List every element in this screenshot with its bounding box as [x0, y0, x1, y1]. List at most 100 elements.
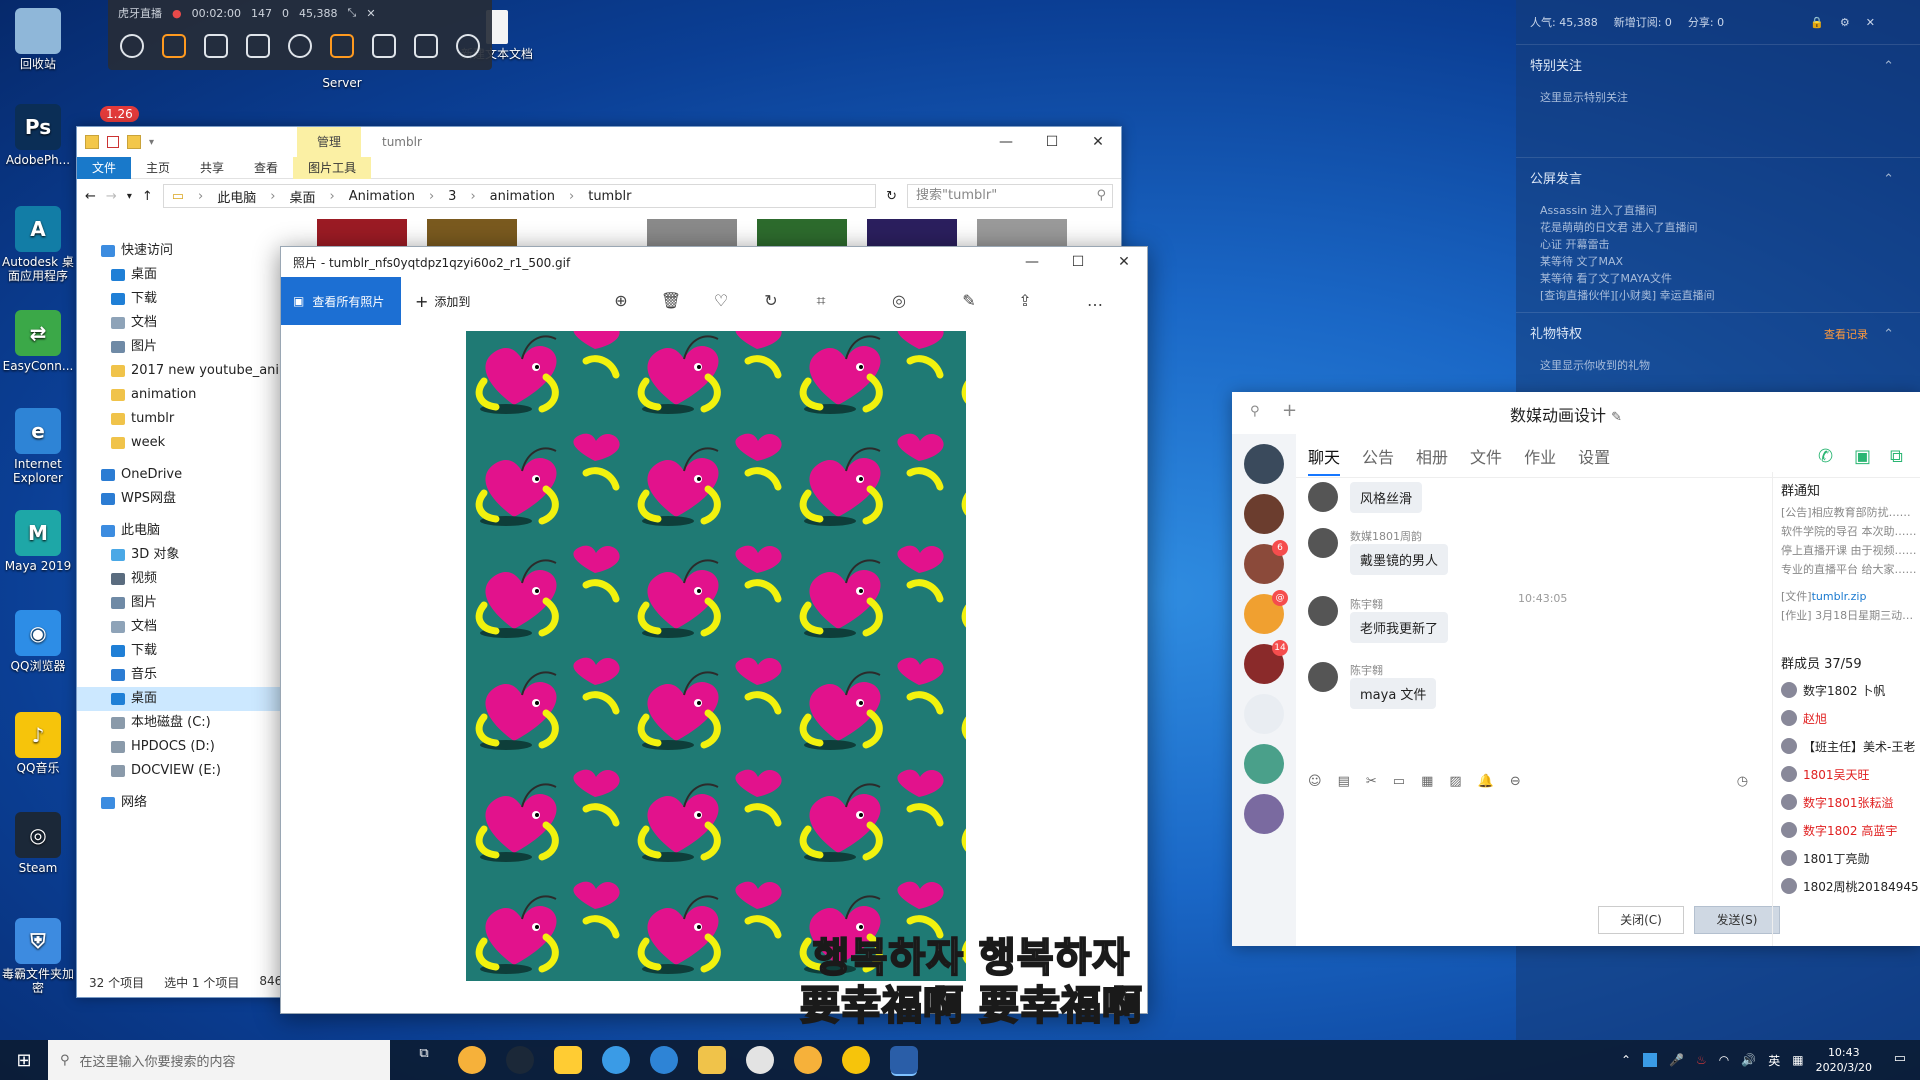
app-icon[interactable]: [458, 1046, 486, 1074]
qq-music-icon[interactable]: [842, 1046, 870, 1074]
breadcrumb-item[interactable]: Animation: [349, 189, 415, 204]
emoji-icon[interactable]: ☺: [1308, 774, 1322, 789]
chevron-up-icon[interactable]: ⌃: [1883, 158, 1894, 202]
keyboard-icon[interactable]: ▦: [1792, 1053, 1803, 1067]
checkbox-icon[interactable]: [107, 136, 119, 148]
avatar[interactable]: [1308, 662, 1338, 692]
close-icon[interactable]: ✕: [366, 7, 375, 20]
group-member[interactable]: 赵旭: [1781, 704, 1920, 732]
forward-icon[interactable]: →: [106, 189, 117, 204]
group-member[interactable]: 数字1802 卜帆: [1781, 676, 1920, 704]
nav-item[interactable]: 图片: [77, 591, 282, 615]
ie-icon[interactable]: [650, 1046, 678, 1074]
desktop-icon[interactable]: A Autodesk 桌面应用程序: [0, 206, 76, 283]
image-icon[interactable]: ▨: [1449, 774, 1461, 789]
group-member[interactable]: 数字1801张耘溢: [1781, 788, 1920, 816]
nav-item[interactable]: 文档: [77, 311, 282, 335]
nav-item[interactable]: animation: [77, 383, 282, 407]
microphone-icon[interactable]: 🎤: [1669, 1053, 1684, 1067]
desktop-icon[interactable]: ◉ QQ浏览器: [0, 610, 76, 673]
message-bubble[interactable]: 戴墨镜的男人: [1350, 544, 1449, 575]
avatar[interactable]: [1308, 482, 1338, 512]
qq-tab[interactable]: 设置: [1578, 444, 1610, 468]
screen-icon[interactable]: [204, 34, 228, 58]
collapse-icon[interactable]: ⤡: [348, 6, 357, 20]
close-button[interactable]: 关闭(C): [1598, 906, 1684, 934]
edit-icon[interactable]: ✎: [957, 289, 981, 313]
maximize-icon[interactable]: ☐: [1055, 247, 1101, 277]
folder-icon[interactable]: ▭: [1393, 774, 1405, 789]
power-icon[interactable]: [120, 34, 144, 58]
contact-avatar[interactable]: [1244, 694, 1284, 734]
qq-tab[interactable]: 相册: [1416, 444, 1448, 468]
message-bubble[interactable]: 老师我更新了: [1350, 612, 1449, 643]
group-avatar[interactable]: [1244, 444, 1284, 484]
history-icon[interactable]: ◷: [1737, 774, 1748, 789]
gift-record-link[interactable]: 查看记录: [1824, 313, 1868, 357]
group-member[interactable]: 1801丁亮勋: [1781, 844, 1920, 872]
breadcrumb-item[interactable]: 此电脑: [217, 187, 256, 206]
file-explorer-icon[interactable]: [698, 1046, 726, 1074]
desktop-icon[interactable]: ⛨ 毒霸文件夹加密: [0, 918, 76, 995]
photos-app-icon[interactable]: [890, 1046, 918, 1074]
manage-tab[interactable]: 管理: [297, 127, 361, 157]
app-icon[interactable]: [794, 1046, 822, 1074]
nav-item[interactable]: 3D 对象: [77, 543, 282, 567]
desktop-icon[interactable]: ♪ QQ音乐: [0, 712, 76, 775]
nav-item[interactable]: 2017 new youtube_animat: [77, 359, 282, 383]
minimize-icon[interactable]: —: [983, 127, 1029, 157]
gif-icon[interactable]: ▤: [1338, 774, 1350, 789]
search-icon[interactable]: ⚲: [1250, 404, 1260, 419]
start-button[interactable]: ⊞: [0, 1040, 48, 1080]
edge-icon[interactable]: [602, 1046, 630, 1074]
share-icon[interactable]: ⇪: [1013, 289, 1037, 313]
message-bubble[interactable]: 风格丝滑: [1350, 482, 1423, 513]
maximize-icon[interactable]: ☐: [1029, 127, 1075, 157]
minimize-icon[interactable]: —: [1009, 247, 1055, 277]
zoom-icon[interactable]: ⊕: [609, 289, 633, 313]
ribbon-tab[interactable]: 主页: [131, 157, 185, 179]
network-icon[interactable]: ◠: [1719, 1053, 1729, 1067]
group-member[interactable]: 1801吴天旺: [1781, 760, 1920, 788]
notification-icon[interactable]: ▭: [1894, 1051, 1906, 1066]
gear-icon[interactable]: ⚙: [1840, 16, 1850, 29]
thumbnail[interactable]: [647, 219, 737, 247]
edit-icon[interactable]: ✎: [1611, 410, 1622, 425]
enhance-icon[interactable]: ◎: [887, 289, 911, 313]
nav-item[interactable]: 本地磁盘 (C:): [77, 711, 282, 735]
avatar[interactable]: [1308, 528, 1338, 558]
thumbnail[interactable]: [427, 219, 517, 247]
nav-item[interactable]: 桌面: [77, 263, 282, 287]
nav-item[interactable]: week: [77, 431, 282, 455]
contact-avatar[interactable]: [1244, 744, 1284, 784]
desktop-icon[interactable]: Ps AdobePh...: [0, 104, 76, 167]
nav-item[interactable]: 下载: [77, 287, 282, 311]
send-button[interactable]: 发送(S): [1694, 906, 1780, 934]
back-icon[interactable]: ←: [85, 189, 96, 204]
volume-icon[interactable]: 🔊: [1741, 1053, 1756, 1067]
chevron-up-icon[interactable]: ⌃: [1883, 313, 1894, 357]
clock[interactable]: 10:43 2020/3/20: [1816, 1045, 1872, 1075]
language-indicator[interactable]: 英: [1768, 1052, 1780, 1069]
chevron-up-icon[interactable]: ⌃: [1621, 1053, 1631, 1067]
file-link[interactable]: tumblr.zip: [1812, 590, 1867, 603]
qq-tab[interactable]: 文件: [1470, 444, 1502, 468]
ribbon-tab[interactable]: 文件: [77, 156, 132, 179]
ribbon-tab[interactable]: 图片工具: [293, 156, 372, 179]
breadcrumb-item[interactable]: 3: [448, 189, 456, 204]
nav-item[interactable]: OneDrive: [77, 463, 282, 487]
nav-item[interactable]: 此电脑: [77, 519, 282, 543]
nav-item[interactable]: 桌面: [77, 687, 282, 711]
steam-icon[interactable]: [506, 1046, 534, 1074]
app-icon[interactable]: [554, 1046, 582, 1074]
qq-tab[interactable]: 公告: [1362, 444, 1394, 468]
nav-item[interactable]: 音乐: [77, 663, 282, 687]
contact-avatar[interactable]: @: [1244, 590, 1288, 634]
block-icon[interactable]: [288, 34, 312, 58]
grid-icon[interactable]: ▦: [1421, 774, 1433, 789]
view-all-photos-button[interactable]: ▣ 查看所有照片: [281, 277, 401, 325]
video-call-icon[interactable]: ▣: [1854, 446, 1871, 467]
contact-avatar[interactable]: [1244, 494, 1284, 534]
chevron-down-icon[interactable]: ▾: [127, 191, 132, 202]
more-icon[interactable]: ⊖: [1510, 774, 1521, 789]
